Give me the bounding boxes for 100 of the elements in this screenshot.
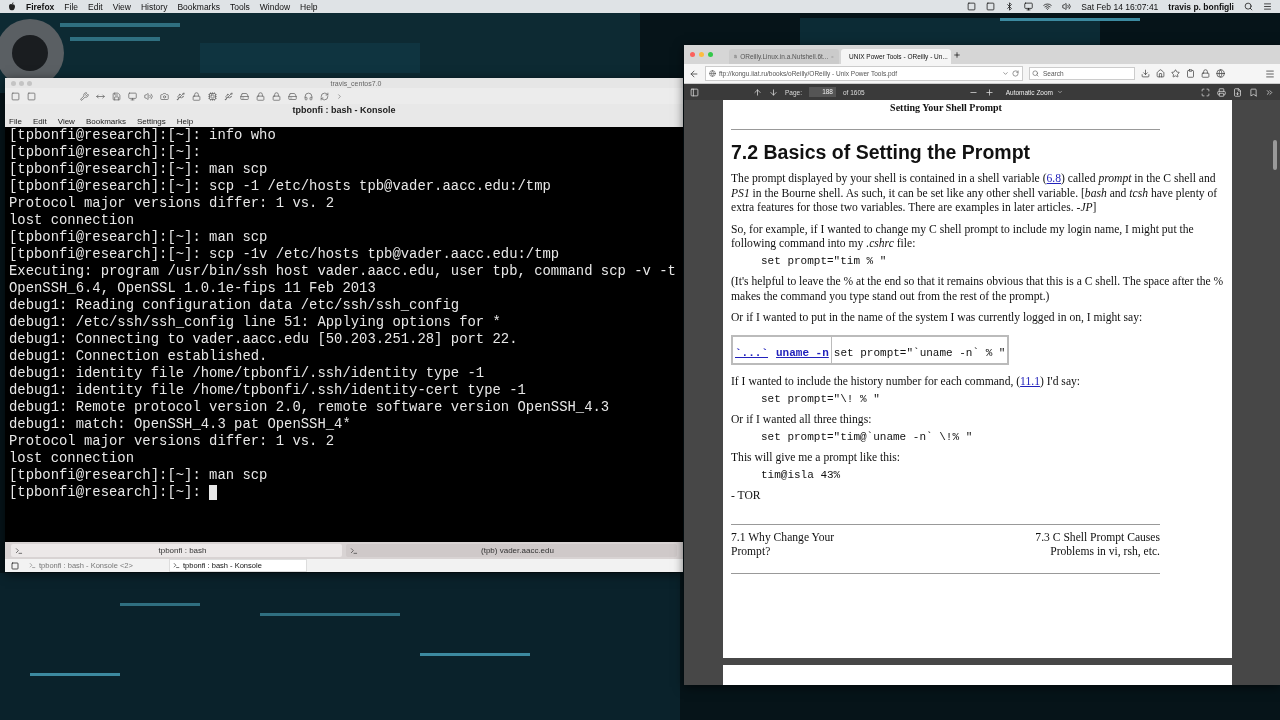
arrows-icon[interactable] — [96, 91, 105, 101]
back-icon[interactable] — [689, 68, 699, 79]
terminal-tab[interactable]: (tpb) vader.aacc.edu — [346, 544, 677, 557]
menu-icon[interactable] — [1263, 2, 1272, 11]
lock-icon[interactable] — [256, 91, 265, 101]
lock-icon[interactable] — [192, 91, 201, 101]
link[interactable]: uname -n — [776, 345, 829, 360]
new-tab-icon[interactable] — [953, 50, 961, 59]
menu-item[interactable]: History — [141, 1, 168, 12]
sidebar-icon[interactable] — [690, 87, 699, 97]
square-icon[interactable] — [11, 91, 20, 101]
menu-item[interactable]: View — [57, 117, 75, 126]
wrench-icon[interactable] — [80, 91, 89, 101]
paragraph: The prompt displayed by your shell is contained in a shell variable (6.8) called prompt in the C shell and PS1 in the Bourne shell. As such, it can be set like any other shell variable. [bash and tcsh have plenty of extra features for those two variables. There are examples in later articles. -JP] — [731, 172, 1219, 216]
menu-item[interactable]: Edit — [32, 117, 47, 126]
fullscreen-icon[interactable] — [1201, 87, 1210, 97]
search-icon — [1032, 70, 1039, 77]
wifi-icon[interactable] — [1043, 2, 1053, 11]
drive-icon[interactable] — [240, 91, 249, 101]
paragraph: Or if I wanted all three things: — [731, 413, 873, 428]
terminal-line: [tpbonfi@research]:[~]: — [9, 484, 201, 501]
bluetooth-icon[interactable] — [1005, 2, 1015, 11]
lock-icon[interactable] — [1201, 69, 1210, 78]
plus-icon[interactable] — [984, 87, 994, 97]
clock[interactable]: Sat Feb 14 16:07:41 — [1081, 1, 1159, 12]
star-icon[interactable] — [1171, 69, 1180, 78]
apple-icon[interactable] — [8, 2, 16, 11]
home-icon[interactable] — [1156, 69, 1165, 78]
menu-item[interactable]: Help — [176, 117, 194, 126]
terminal-line: debug1: /etc/ssh/ssh_config line 51: Applying options for * — [9, 314, 501, 331]
terminal-line: debug1: Connecting to vader.aacc.edu [50.203.251.28] port 22. — [9, 331, 518, 348]
bookmark-icon[interactable] — [1249, 87, 1258, 97]
window-title: tpbonfi : bash - Konsole — [5, 104, 683, 116]
square-icon[interactable] — [986, 2, 996, 11]
menu-item[interactable]: Bookmarks — [177, 1, 220, 12]
terminal-line: Protocol major versions differ: 1 vs. 2 — [9, 195, 335, 212]
search-icon[interactable] — [1244, 2, 1253, 11]
menu-item[interactable]: Tools — [229, 1, 250, 12]
globe-icon[interactable] — [1216, 69, 1225, 78]
app-menu[interactable]: Firefox — [26, 1, 55, 12]
square-icon[interactable] — [967, 2, 977, 11]
next-link[interactable]: 7.3 C Shell Prompt Causes Problems in vi, rsh, etc. — [1025, 530, 1160, 560]
terminal-line: Protocol major versions differ: 1 vs. 2 — [9, 433, 335, 450]
paragraph: This will give me a prompt like this: — [731, 451, 902, 466]
terminal-line: [tpbonfi@research]:[~]: man scp — [9, 161, 268, 178]
download-icon[interactable] — [1141, 69, 1150, 78]
paragraph: If I wanted to include the history number for each command, (11.1) I'd say: — [731, 375, 1082, 390]
caret-icon — [1057, 89, 1063, 95]
paragraph: Or if I wanted to put in the name of the system I was currently logged in on, I might say: — [731, 311, 1144, 326]
terminal-icon[interactable] — [173, 562, 180, 569]
code-line: set prompt="`uname -n` % " — [832, 345, 1007, 361]
reload-icon[interactable] — [1012, 70, 1019, 77]
dropdown-icon[interactable] — [1002, 70, 1009, 77]
terminal[interactable] — [5, 127, 683, 542]
up-icon[interactable] — [753, 87, 762, 97]
terminal-icon[interactable] — [350, 546, 358, 555]
terminal-line: debug1: Remote protocol version 2.0, remote software version OpenSSH_4.3 — [9, 399, 610, 416]
menu-item[interactable]: File — [64, 1, 79, 12]
menu-item[interactable]: Help — [300, 1, 318, 12]
usb-icon[interactable] — [224, 91, 233, 101]
print-icon[interactable] — [1217, 87, 1226, 97]
paragraph: - TOR — [731, 489, 762, 504]
square-icon[interactable] — [27, 91, 36, 101]
clipboard-icon[interactable] — [1186, 69, 1195, 78]
drive-icon[interactable] — [288, 91, 297, 101]
terminal-line: [tpbonfi@research]:[~]: scp -1 /etc/hosts tpb@vader.aacc.edu:/tmp — [9, 178, 551, 195]
down-icon[interactable] — [769, 87, 778, 97]
volume-icon[interactable] — [1062, 2, 1072, 11]
terminal-icon[interactable] — [15, 546, 23, 555]
link[interactable]: `...` — [735, 345, 768, 360]
terminal-line: debug1: identity file /home/tpbonfi/.ssh/identity-cert type -1 — [9, 382, 526, 399]
terminal-tab[interactable]: tpbonfi : bash — [11, 544, 342, 557]
link[interactable]: 6.8 — [1046, 172, 1062, 185]
terminal-line: [tpbonfi@research]:[~]: — [9, 144, 201, 161]
menu-item[interactable]: Bookmarks — [85, 117, 126, 126]
terminal-line: lost connection — [9, 212, 135, 229]
menu-item[interactable]: Settings — [136, 117, 166, 126]
menu-item[interactable]: Window — [259, 1, 291, 12]
headphones-icon[interactable] — [304, 91, 313, 101]
paragraph: So, for example, if I wanted to change my C shell prompt to include my login name, I might put the following command into my .cshrc file: — [731, 222, 1195, 252]
chip-icon[interactable] — [208, 91, 217, 101]
terminal-line: debug1: identity file /home/tpbonfi/.ssh/identity type -1 — [9, 365, 485, 382]
lock-icon[interactable] — [272, 91, 281, 101]
code-line: set prompt="tim % " — [761, 253, 887, 268]
code-line: tim@isla 43% — [761, 467, 841, 482]
refresh-icon[interactable] — [320, 91, 329, 101]
menu-item[interactable]: File — [9, 117, 22, 126]
menu-item[interactable]: View — [112, 1, 131, 12]
monitor-icon[interactable] — [1024, 2, 1034, 11]
previous-link[interactable]: 7.1 Why Change Your Prompt? — [731, 530, 846, 560]
link[interactable]: 11.1 — [1020, 375, 1040, 388]
chevrons-icon[interactable] — [1265, 87, 1274, 97]
user-name[interactable]: travis p. bonfigli — [1168, 1, 1234, 12]
scrollbar[interactable] — [1273, 140, 1277, 170]
menu-item[interactable]: Edit — [88, 1, 103, 12]
save-icon[interactable] — [1233, 87, 1242, 97]
usb-icon[interactable] — [176, 91, 185, 101]
camera-icon[interactable] — [160, 91, 169, 101]
speaker-icon[interactable] — [144, 91, 153, 101]
square-icon[interactable] — [11, 561, 19, 570]
